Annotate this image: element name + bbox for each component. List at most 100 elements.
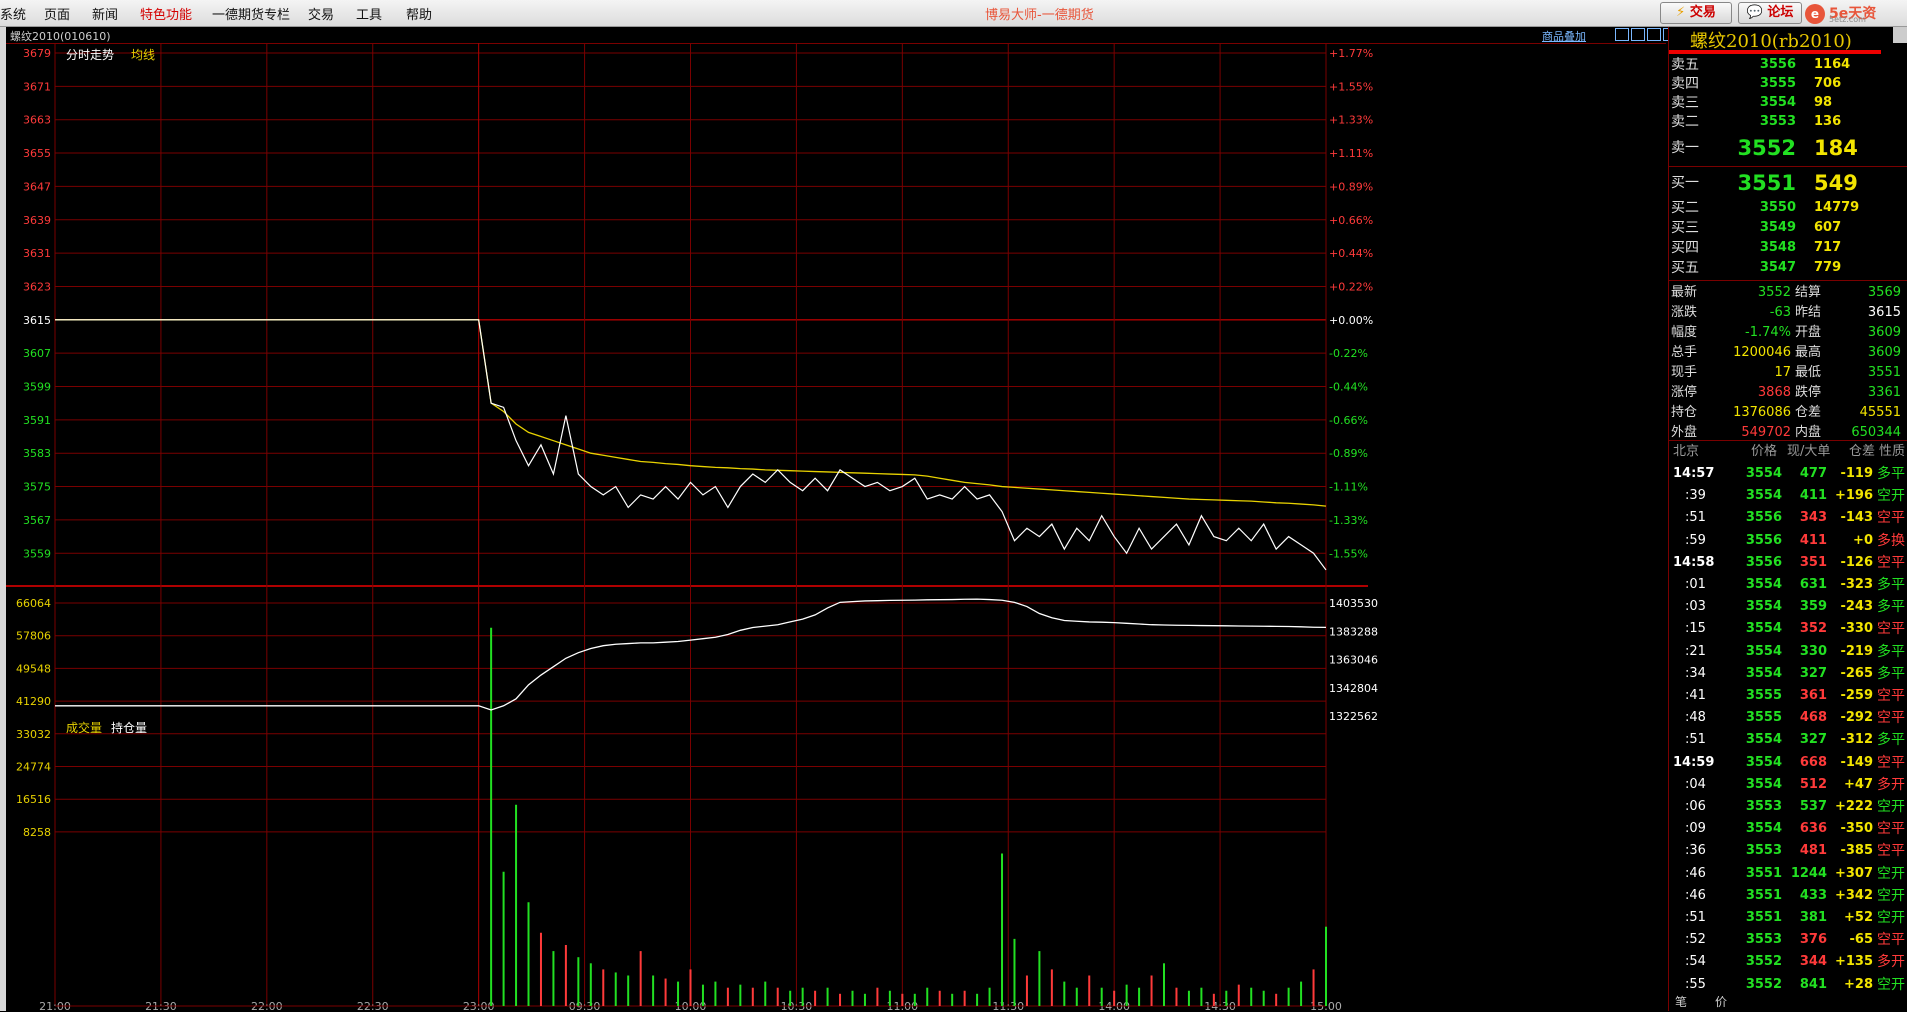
menu-page[interactable]: 页面 xyxy=(44,4,70,23)
tool-icon[interactable] xyxy=(1615,28,1629,41)
tab-open-interest[interactable]: 持仓量 xyxy=(111,720,147,735)
price-tick-label: 3567 xyxy=(23,514,51,527)
tab-price[interactable]: 价 xyxy=(1715,992,1727,1012)
ask-label: 卖二 xyxy=(1671,114,1699,130)
tick-volume: 537 xyxy=(1799,799,1827,814)
forum-button[interactable]: 💬 论坛 xyxy=(1738,2,1802,24)
tick-row[interactable]: :54 3552 344 +135 多开 xyxy=(1671,952,1907,972)
tick-volume: 343 xyxy=(1799,510,1827,526)
overlay-button[interactable]: 商品叠加 xyxy=(1542,28,1586,44)
tick-row[interactable]: :01 3554 631 -323 多平 xyxy=(1671,575,1907,595)
tick-row[interactable]: :46 3551 1244 +307 空开 xyxy=(1671,864,1907,884)
tick-oi-change: +342 xyxy=(1834,887,1873,903)
tick-row[interactable]: :41 3555 361 -259 空平 xyxy=(1671,686,1907,706)
app-title: 博易大师-一德期货 xyxy=(985,8,1094,23)
menu-tools[interactable]: 工具 xyxy=(356,4,382,23)
tick-time: :54 xyxy=(1685,954,1706,970)
ask-row-best: 卖一 3552 184 xyxy=(1671,134,1901,162)
bid-volume: 607 xyxy=(1814,220,1842,235)
tick-price: 3555 xyxy=(1745,688,1782,703)
tick-row[interactable]: :52 3553 376 -65 空平 xyxy=(1671,930,1907,950)
panel-scroll-button[interactable] xyxy=(1893,27,1907,43)
tick-time: :03 xyxy=(1685,599,1706,615)
tick-oi-change: -323 xyxy=(1840,577,1873,592)
tick-nature: 空平 xyxy=(1877,621,1905,638)
stat-value: 3552 xyxy=(1757,285,1791,300)
tick-row[interactable]: :48 3555 468 -292 空平 xyxy=(1671,708,1907,728)
trade-button[interactable]: ⚡ 交易 xyxy=(1660,2,1732,24)
tick-price: 3554 xyxy=(1745,665,1782,681)
menu-trade[interactable]: 交易 xyxy=(308,4,334,23)
tick-time: :59 xyxy=(1685,532,1706,548)
tick-row[interactable]: :21 3554 330 -219 多平 xyxy=(1671,642,1907,662)
volume-grid: 66064 57806 49548 41290 33032 24774 16516 8258 1… xyxy=(6,585,1378,839)
tick-row[interactable]: 14:57 3554 477 -119 多平 xyxy=(1671,464,1907,484)
bid-label: 买四 xyxy=(1671,240,1699,256)
tick-row[interactable]: :09 3554 636 -350 空平 xyxy=(1671,819,1907,839)
bid-volume: 717 xyxy=(1814,240,1842,255)
bid-price: 3548 xyxy=(1759,240,1796,255)
tick-row[interactable]: :06 3553 537 +222 空开 xyxy=(1671,797,1907,817)
tick-row[interactable]: 14:59 3554 668 -149 空平 xyxy=(1671,753,1907,773)
ask-volume: 706 xyxy=(1814,76,1842,91)
tick-price: 3554 xyxy=(1745,599,1782,615)
price-grid: 3679 +1.77% 3671 +1.55% 3663 +1.33% 3655 +1.11%… xyxy=(23,43,1373,587)
ticks-header-volume: 现/大单 xyxy=(1787,444,1831,459)
tick-row[interactable]: 14:58 3556 351 -126 空平 xyxy=(1671,553,1907,573)
pct-tick-label: -0.66% xyxy=(1329,414,1368,427)
tick-row[interactable]: :36 3553 481 -385 空平 xyxy=(1671,841,1907,861)
tab-intraday[interactable]: 分时走势 xyxy=(66,48,114,62)
menu-news[interactable]: 新闻 xyxy=(92,4,118,23)
tick-row[interactable]: :04 3554 512 +47 多开 xyxy=(1671,775,1907,795)
tick-oi-change: +196 xyxy=(1834,488,1873,504)
tick-price: 3556 xyxy=(1745,532,1782,548)
pct-tick-label: -1.55% xyxy=(1329,547,1368,560)
tick-row[interactable]: :51 3551 381 +52 空开 xyxy=(1671,908,1907,928)
pct-tick-label: +1.77% xyxy=(1329,47,1373,60)
logo-mark-icon: e xyxy=(1805,4,1825,24)
ask-label: 卖四 xyxy=(1671,76,1699,92)
tick-time: :51 xyxy=(1685,732,1706,748)
menu-features[interactable]: 特色功能 xyxy=(140,4,192,23)
tab-ticks[interactable]: 笔 xyxy=(1675,992,1687,1012)
menu-column[interactable]: 一德期货专栏 xyxy=(212,4,290,23)
stat-row: 幅度 -1.74% 开盘 3609 xyxy=(1671,323,1903,343)
tick-row[interactable]: :46 3551 433 +342 空开 xyxy=(1671,886,1907,906)
tick-row[interactable]: :03 3554 359 -243 多平 xyxy=(1671,597,1907,617)
tick-row[interactable]: :34 3554 327 -265 多平 xyxy=(1671,664,1907,684)
tick-row[interactable]: :15 3554 352 -330 空平 xyxy=(1671,619,1907,639)
tick-price: 3556 xyxy=(1745,510,1782,526)
ask-label: 卖一 xyxy=(1671,140,1699,156)
tick-row[interactable]: :39 3554 411 +196 空开 xyxy=(1671,486,1907,506)
tick-row[interactable]: :51 3554 327 -312 多平 xyxy=(1671,730,1907,750)
tick-price: 3553 xyxy=(1745,843,1782,859)
ticks-header: 北京 价格 现/大单 仓差 性质 xyxy=(1671,442,1907,462)
ticks-header-oi-change: 仓差 xyxy=(1849,444,1876,459)
tick-row[interactable]: :59 3556 411 +0 多换 xyxy=(1671,531,1907,551)
tick-price: 3554 xyxy=(1745,732,1782,748)
price-tick-label: 3599 xyxy=(23,381,51,394)
bid-price: 3550 xyxy=(1759,200,1796,215)
pct-tick-label: +0.22% xyxy=(1329,280,1373,293)
intraday-chart[interactable]: 3679 +1.77% 3671 +1.55% 3663 +1.33% 3655 +1.11%… xyxy=(6,43,1668,1011)
menu-system[interactable]: 系统 xyxy=(0,4,26,23)
oi-tick-label: 1342804 xyxy=(1329,682,1378,695)
tool-icon[interactable] xyxy=(1647,28,1661,41)
tick-volume: 468 xyxy=(1799,710,1827,726)
tick-time: :48 xyxy=(1685,710,1706,726)
tab-volume[interactable]: 成交量 xyxy=(66,720,102,735)
tick-price: 3551 xyxy=(1745,910,1782,925)
tick-volume: 631 xyxy=(1799,577,1827,592)
tab-average[interactable]: 均线 xyxy=(131,48,155,62)
stat-label: 昨结 xyxy=(1795,305,1822,320)
stat-label: 最高 xyxy=(1795,345,1822,360)
tick-volume: 376 xyxy=(1799,932,1827,948)
stat-row: 总手 1200046 最高 3609 xyxy=(1671,343,1903,363)
stat-row: 涨跌 -63 昨结 3615 xyxy=(1671,303,1903,323)
stat-value: 3609 xyxy=(1867,325,1901,340)
tick-row[interactable]: :51 3556 343 -143 空平 xyxy=(1671,508,1907,528)
stat-value: 3615 xyxy=(1867,305,1901,320)
tool-icon[interactable] xyxy=(1631,28,1645,41)
menu-help[interactable]: 帮助 xyxy=(406,4,432,23)
tick-oi-change: -292 xyxy=(1840,710,1873,726)
